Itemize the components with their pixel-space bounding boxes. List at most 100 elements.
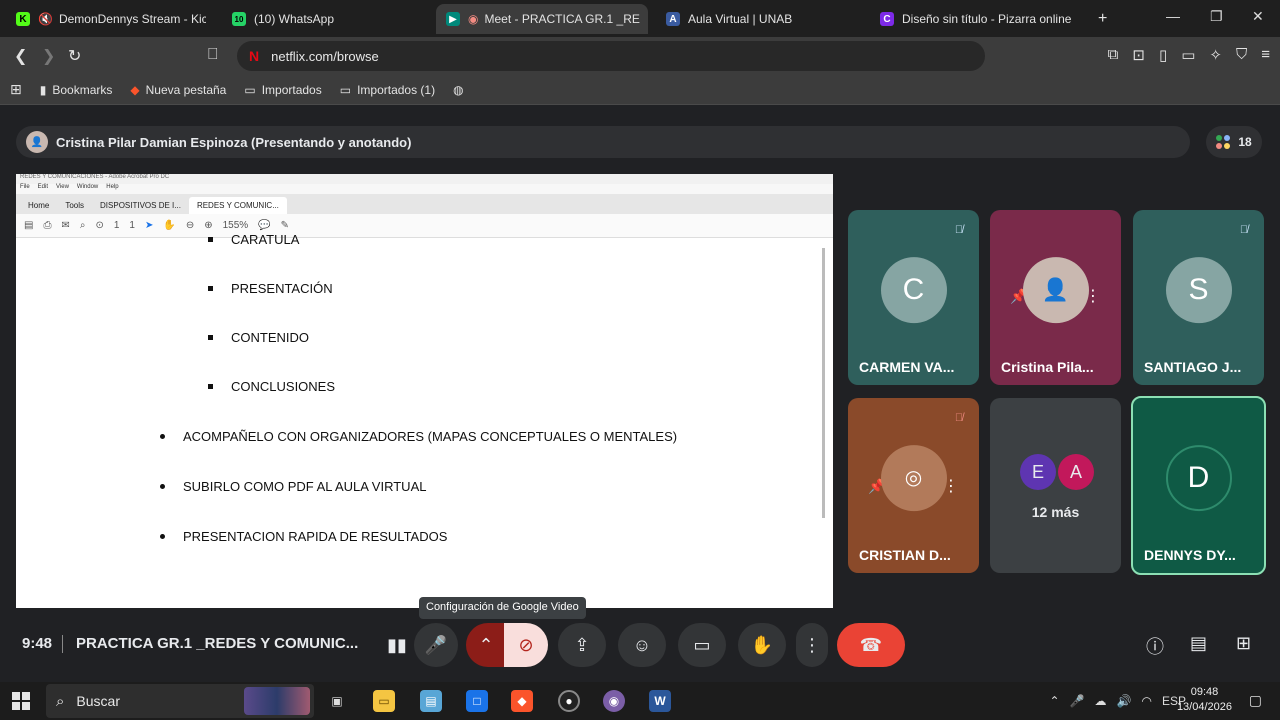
- chat-app-icon[interactable]: ◉: [603, 690, 625, 712]
- activities-icon[interactable]: ⊞: [1236, 633, 1251, 654]
- chat-icon[interactable]: ▤: [1190, 633, 1207, 654]
- tab-kick[interactable]: K 🔇 DemonDennys Stream - Kick D: [6, 4, 206, 34]
- meet-control-bar: 9:48 PRACTICA GR.1 _REDES Y COMUNIC... ▮…: [0, 621, 1280, 667]
- leo-icon[interactable]: ✧: [1209, 46, 1222, 64]
- url-text: netflix.com/browse: [271, 48, 379, 64]
- new-tab-button[interactable]: +: [1088, 4, 1114, 34]
- participant-tile[interactable]: 🎙̸ C CARMEN VA...: [848, 210, 979, 385]
- forward-icon[interactable]: ❯: [42, 46, 55, 66]
- acrobat-tab-tools: Tools: [65, 201, 85, 210]
- more-participants-tile[interactable]: E A 12 más: [990, 398, 1121, 573]
- tab-canva[interactable]: C Diseño sin título - Pizarra online: [870, 4, 1080, 34]
- cloud-icon[interactable]: ☁: [1095, 694, 1107, 708]
- file-explorer-icon[interactable]: ▭: [373, 690, 395, 712]
- obs-icon[interactable]: ●: [558, 690, 580, 712]
- participant-tile[interactable]: 🎙̸ 📌 ◎ ⋮ CRISTIAN D...: [848, 398, 979, 573]
- bookmarks-bar: ⊞ ▮ Bookmarks ◆ Nueva pestaña ▭ Importados …: [0, 75, 1280, 105]
- notepad-icon[interactable]: ▤: [420, 690, 442, 712]
- task-view-icon[interactable]: ▣: [326, 690, 348, 712]
- back-icon[interactable]: ❮: [14, 46, 27, 66]
- bookmark-item[interactable]: ▭ Importados (1): [340, 83, 435, 97]
- avatar: C: [880, 256, 947, 323]
- camera-off-button[interactable]: ⊘: [504, 623, 548, 667]
- wifi-icon[interactable]: ◠: [1142, 694, 1152, 708]
- screenshot-icon[interactable]: ⊡: [1132, 46, 1145, 64]
- reload-icon[interactable]: ↻: [68, 46, 81, 66]
- word-icon[interactable]: W: [649, 690, 671, 712]
- taskbar-search[interactable]: ⌕ Buscar: [46, 684, 314, 718]
- address-bar[interactable]: N netflix.com/browse: [237, 41, 985, 71]
- brave-icon[interactable]: ◆: [511, 690, 533, 712]
- video-options-button[interactable]: ⌃: [466, 623, 506, 667]
- wallet-icon[interactable]: ▭: [1181, 46, 1195, 64]
- acrobat-tabs: Home Tools DISPOSITIVOS DE I... REDES Y …: [16, 194, 833, 214]
- kick-icon: K: [16, 12, 30, 26]
- participants-button[interactable]: 18: [1206, 126, 1262, 158]
- list-item: SUBIRLO COMO PDF AL AULA VIRTUAL: [159, 479, 427, 494]
- reactions-button[interactable]: ☺: [618, 623, 666, 667]
- list-item: CARATULA: [207, 232, 300, 247]
- present-button[interactable]: ⇪: [558, 623, 606, 667]
- tab-title: Meet - PRACTICA GR.1 _RE: [484, 12, 640, 26]
- acrobat-menu: File Edit View Window Help: [16, 184, 833, 194]
- shield-icon[interactable]: ⛉: [1236, 46, 1247, 64]
- mic-icon: 🎤: [424, 634, 448, 655]
- mute-icon: 🔇: [38, 12, 53, 26]
- acrobat-toolbar: ▤ ⎙ ✉ ⌕ ⊙ 1 1 ➤ ✋ ⊖ ⊕ 155% 💬 ✎: [16, 214, 833, 238]
- participants-icon: [1216, 135, 1231, 149]
- sidebar-icon[interactable]: ▯: [1159, 46, 1167, 64]
- participant-tile[interactable]: 🎙̸ S SANTIAGO J...: [1133, 210, 1264, 385]
- audio-level-icon: ▮▮: [387, 634, 407, 655]
- time: 09:48: [1190, 686, 1219, 698]
- bookmark-page-icon[interactable]: ⎕: [208, 46, 218, 64]
- minimize-icon[interactable]: —: [1166, 8, 1180, 24]
- more-options-icon[interactable]: ⋮: [1085, 286, 1101, 306]
- apps-grid-icon[interactable]: ⊞: [10, 81, 22, 98]
- participant-name: CARMEN VA...: [859, 359, 955, 375]
- tab-title: (10) WhatsApp: [254, 12, 335, 26]
- tab-meet[interactable]: ▶ ◉ Meet - PRACTICA GR.1 _RE ✕: [436, 4, 648, 34]
- extensions-icon[interactable]: ⧉: [1108, 46, 1119, 64]
- tab-title: DemonDennys Stream - Kick D: [58, 12, 206, 26]
- recording-icon: ◉: [468, 12, 479, 26]
- divider: [62, 635, 63, 653]
- tab-aula-virtual[interactable]: A Aula Virtual | UNAB: [656, 4, 856, 34]
- participant-tile-self[interactable]: D DENNYS DY...: [1131, 396, 1266, 575]
- globe-icon[interactable]: ◍: [453, 83, 463, 97]
- zoom-out-icon: ⊖: [185, 220, 195, 231]
- mic-icon[interactable]: 🎤: [1070, 694, 1085, 708]
- info-icon[interactable]: ⓘ: [1146, 633, 1164, 659]
- volume-icon[interactable]: 🔊: [1117, 694, 1132, 708]
- aula-virtual-icon: A: [666, 12, 680, 26]
- zoom-level: 155%: [222, 220, 249, 231]
- notification-icon[interactable]: ▢: [1249, 692, 1262, 709]
- close-window-icon[interactable]: ✕: [1252, 8, 1264, 25]
- windows-start-icon[interactable]: [12, 692, 30, 710]
- leave-call-button[interactable]: ☎: [837, 623, 905, 667]
- bookmark-item[interactable]: ◆ Nueva pestaña: [130, 83, 226, 97]
- participant-count: 18: [1238, 135, 1252, 149]
- participant-tile[interactable]: 📌 👤 ⋮ Cristina Pila...: [990, 210, 1121, 385]
- menu-icon[interactable]: ≡: [1261, 46, 1270, 64]
- more-options-button[interactable]: ⋮: [796, 623, 828, 667]
- tab-whatsapp[interactable]: 10 (10) WhatsApp: [222, 4, 422, 34]
- more-count: 12 más: [1031, 504, 1080, 520]
- menu-file: File: [20, 184, 30, 190]
- present-icon: ⇪: [574, 634, 590, 655]
- bookmark-item[interactable]: ▭ Importados: [244, 83, 321, 97]
- acrobat-tab-doc-active: REDES Y COMUNIC...: [188, 197, 287, 214]
- mic-button[interactable]: 🎤: [414, 623, 458, 667]
- more-options-icon[interactable]: ⋮: [943, 476, 959, 496]
- list-item: ACOMPAÑELO CON ORGANIZADORES (MAPAS CONC…: [159, 429, 678, 444]
- maximize-icon[interactable]: ❐: [1210, 8, 1223, 25]
- captions-icon: ▭: [693, 634, 711, 655]
- app-icon[interactable]: □: [466, 690, 488, 712]
- captions-button[interactable]: ▭: [678, 623, 726, 667]
- acrobat-tab-home: Home: [28, 201, 50, 210]
- presenter-name: Cristina Pilar Damian Espinoza (Presenta…: [56, 134, 412, 150]
- clock[interactable]: 09:48 13/04/2026: [1177, 685, 1232, 715]
- chevron-up-icon[interactable]: ⌃: [1050, 694, 1060, 708]
- bookmark-item[interactable]: ▮ Bookmarks: [40, 83, 113, 97]
- meeting-title: PRACTICA GR.1 _REDES Y COMUNIC...: [76, 635, 359, 652]
- raise-hand-button[interactable]: ✋: [738, 623, 786, 667]
